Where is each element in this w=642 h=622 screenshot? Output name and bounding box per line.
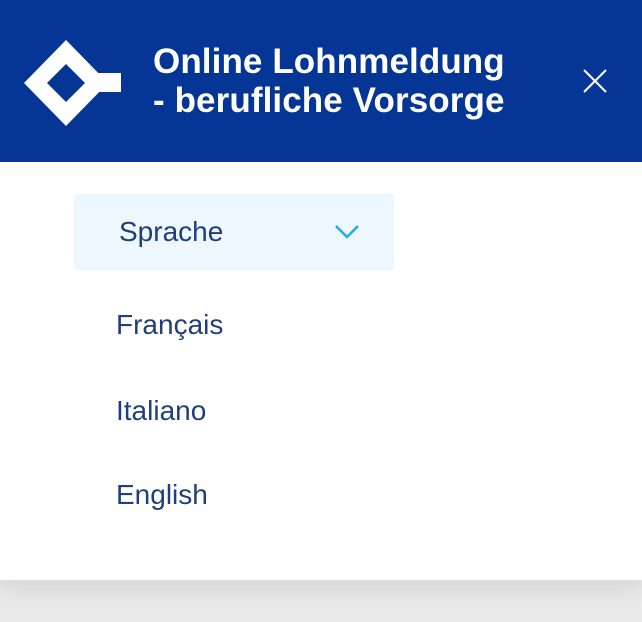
language-toggle-button[interactable]: Sprache [74, 194, 394, 270]
language-option-english[interactable]: English [116, 480, 208, 510]
language-option-francais[interactable]: Français [116, 310, 223, 340]
close-icon[interactable] [580, 66, 610, 96]
chevron-down-icon [335, 225, 359, 239]
language-toggle-label: Sprache [119, 216, 224, 247]
language-menu-panel: Online Lohnmeldung - berufliche Vorsorge… [0, 0, 642, 580]
header-bar: Online Lohnmeldung - berufliche Vorsorge [0, 0, 642, 162]
language-option-italiano[interactable]: Italiano [116, 396, 206, 426]
page-title: Online Lohnmeldung - berufliche Vorsorge [153, 42, 543, 120]
page-title-line-1: Online Lohnmeldung [153, 42, 505, 81]
page-title-line-2: - berufliche Vorsorge [153, 81, 505, 120]
company-logo-icon [24, 40, 121, 126]
